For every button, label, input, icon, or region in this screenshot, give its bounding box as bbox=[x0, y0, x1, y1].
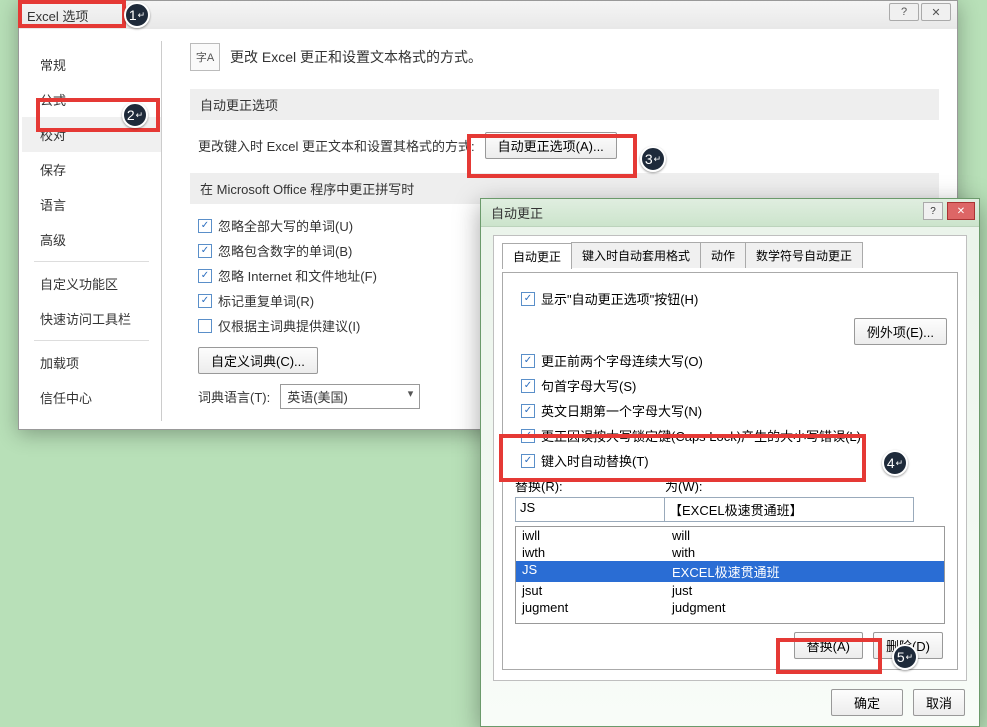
autocorrect-help-button[interactable]: ? bbox=[923, 202, 943, 220]
dictionary-language-label: 词典语言(T): bbox=[198, 387, 270, 406]
ok-button[interactable]: 确定 bbox=[831, 689, 903, 716]
list-item-selected: JSEXCEL极速贯通班 bbox=[516, 561, 944, 582]
checkbox-main-dict-only[interactable] bbox=[198, 319, 212, 333]
close-button[interactable]: ✕ bbox=[921, 3, 951, 21]
titlebar: Excel 选项 ? ✕ bbox=[19, 1, 957, 29]
checkbox-ignore-numbers[interactable] bbox=[198, 244, 212, 258]
checkbox-label: 忽略 Internet 和文件地址(F) bbox=[218, 266, 377, 285]
section-autocorrect-title: 自动更正选项 bbox=[190, 89, 939, 120]
checkbox-cap-sentence[interactable] bbox=[521, 379, 535, 393]
step-badge-5: 5↵ bbox=[892, 644, 918, 670]
autocorrect-titlebar: 自动更正 ? ✕ bbox=[481, 199, 979, 227]
with-input[interactable]: 【EXCEL极速贯通班】 bbox=[664, 497, 914, 522]
cancel-button[interactable]: 取消 bbox=[913, 689, 965, 716]
sidebar-divider bbox=[34, 261, 149, 262]
help-button[interactable]: ? bbox=[889, 3, 919, 21]
checkbox-label: 仅根据主词典提供建议(I) bbox=[218, 316, 360, 335]
checkbox-capslock[interactable] bbox=[521, 429, 535, 443]
sidebar-item-addins[interactable]: 加载项 bbox=[22, 345, 161, 380]
checkbox-label: 英文日期第一个字母大写(N) bbox=[541, 401, 702, 420]
replace-button[interactable]: 替换(A) bbox=[794, 632, 863, 659]
checkbox-label: 键入时自动替换(T) bbox=[541, 451, 649, 470]
window-controls: ? ✕ bbox=[889, 3, 951, 21]
sidebar-item-general[interactable]: 常规 bbox=[22, 47, 161, 82]
tab-autocorrect[interactable]: 自动更正 bbox=[502, 243, 572, 269]
autocorrect-title-text: 自动更正 bbox=[491, 203, 543, 222]
checkbox-cap-day[interactable] bbox=[521, 404, 535, 418]
step-badge-1: 1↵ bbox=[124, 2, 150, 28]
checkbox-label: 句首字母大写(S) bbox=[541, 376, 636, 395]
list-item: iwthwith bbox=[516, 544, 944, 561]
replace-input[interactable]: JS bbox=[515, 497, 665, 522]
checkbox-label: 显示"自动更正选项"按钮(H) bbox=[541, 289, 698, 308]
autocorrect-tabs: 自动更正 键入时自动套用格式 动作 数学符号自动更正 bbox=[502, 242, 958, 268]
sidebar-divider bbox=[34, 340, 149, 341]
sidebar-item-trust-center[interactable]: 信任中心 bbox=[22, 380, 161, 415]
sidebar-item-advanced[interactable]: 高级 bbox=[22, 222, 161, 257]
autocorrect-list[interactable]: iwllwill iwthwith JSEXCEL极速贯通班 jsutjust … bbox=[515, 526, 945, 624]
autocorrect-options-button[interactable]: 自动更正选项(A)... bbox=[485, 132, 617, 159]
list-item: jugmentjudgment bbox=[516, 599, 944, 616]
sidebar-item-language[interactable]: 语言 bbox=[22, 187, 161, 222]
tab-math[interactable]: 数学符号自动更正 bbox=[745, 242, 863, 268]
checkbox-label: 更正前两个字母连续大写(O) bbox=[541, 351, 703, 370]
checkbox-label: 更正因误按大写锁定键(Caps Lock)产生的大小写错误(L) bbox=[541, 426, 861, 445]
proofing-icon: 字A bbox=[190, 43, 220, 71]
step-badge-2: 2↵ bbox=[122, 102, 148, 128]
checkbox-ignore-uppercase[interactable] bbox=[198, 219, 212, 233]
checkbox-flag-repeated[interactable] bbox=[198, 294, 212, 308]
custom-dictionary-button[interactable]: 自定义词典(C)... bbox=[198, 347, 318, 374]
section-autocorrect-text: 更改键入时 Excel 更正文本和设置其格式的方式: bbox=[198, 136, 475, 155]
main-heading: 更改 Excel 更正和设置文本格式的方式。 bbox=[230, 47, 482, 67]
checkbox-show-ac-button[interactable] bbox=[521, 292, 535, 306]
with-label: 为(W): bbox=[665, 476, 703, 495]
list-item: iwllwill bbox=[516, 527, 944, 544]
sidebar-item-save[interactable]: 保存 bbox=[22, 152, 161, 187]
list-item: jsutjust bbox=[516, 582, 944, 599]
step-badge-4: 4↵ bbox=[882, 450, 908, 476]
autocorrect-close-button[interactable]: ✕ bbox=[947, 202, 975, 220]
exceptions-button[interactable]: 例外项(E)... bbox=[854, 318, 947, 345]
checkbox-ignore-internet[interactable] bbox=[198, 269, 212, 283]
tab-autoformat[interactable]: 键入时自动套用格式 bbox=[571, 242, 701, 268]
dictionary-language-combo[interactable]: 英语(美国) bbox=[280, 384, 420, 409]
sidebar-item-customize-ribbon[interactable]: 自定义功能区 bbox=[22, 266, 161, 301]
replace-label: 替换(R): bbox=[515, 476, 665, 495]
sidebar-item-quick-access[interactable]: 快速访问工具栏 bbox=[22, 301, 161, 336]
sidebar: 常规 公式 校对 保存 语言 高级 自定义功能区 快速访问工具栏 加载项 信任中… bbox=[22, 41, 162, 421]
checkbox-label: 标记重复单词(R) bbox=[218, 291, 314, 310]
checkbox-two-caps[interactable] bbox=[521, 354, 535, 368]
window-title: Excel 选项 bbox=[27, 6, 88, 25]
step-badge-3: 3↵ bbox=[640, 146, 666, 172]
checkbox-label: 忽略包含数字的单词(B) bbox=[218, 241, 352, 260]
checkbox-replace-typing[interactable] bbox=[521, 454, 535, 468]
tab-actions[interactable]: 动作 bbox=[700, 242, 746, 268]
checkbox-label: 忽略全部大写的单词(U) bbox=[218, 216, 353, 235]
